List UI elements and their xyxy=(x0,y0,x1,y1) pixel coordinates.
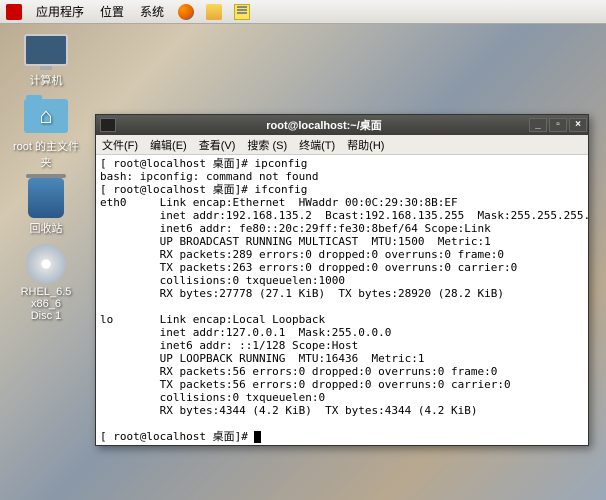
desktop-icon-disc[interactable]: RHEL_6.5 x86_6 Disc 1 xyxy=(8,244,84,322)
close-button[interactable]: × xyxy=(569,118,587,132)
distro-icon[interactable] xyxy=(4,2,24,22)
desktop-icon-trash[interactable]: 回收站 xyxy=(8,178,84,236)
menu-places[interactable]: 位置 xyxy=(92,3,132,20)
terminal-cursor xyxy=(254,431,261,443)
icon-label: Disc 1 xyxy=(8,310,84,322)
icon-label: 回收站 xyxy=(8,220,84,236)
menu-view[interactable]: 查看(V) xyxy=(193,137,242,153)
firefox-icon[interactable] xyxy=(176,2,196,22)
monitor-icon xyxy=(24,34,68,66)
desktop-icon-home[interactable]: ⌂ root 的主文件夹 xyxy=(8,96,84,170)
menu-file[interactable]: 文件(F) xyxy=(96,137,144,153)
menu-edit[interactable]: 编辑(E) xyxy=(144,137,193,153)
window-title: root@localhost:~/桌面 xyxy=(120,117,528,133)
menu-applications[interactable]: 应用程序 xyxy=(28,3,92,20)
terminal-icon xyxy=(100,118,116,132)
notes-icon[interactable] xyxy=(232,2,252,22)
terminal-window: root@localhost:~/桌面 _ ▫ × 文件(F) 编辑(E) 查看… xyxy=(95,114,589,446)
icon-label: 计算机 xyxy=(8,72,84,88)
window-titlebar[interactable]: root@localhost:~/桌面 _ ▫ × xyxy=(96,115,588,135)
menu-help[interactable]: 帮助(H) xyxy=(341,137,390,153)
desktop-icon-computer[interactable]: 计算机 xyxy=(8,30,84,88)
maximize-button[interactable]: ▫ xyxy=(549,118,567,132)
terminal-content[interactable]: [ root@localhost 桌面]# ipconfig bash: ipc… xyxy=(96,155,588,445)
trash-icon xyxy=(28,178,64,218)
icon-label: root 的主文件夹 xyxy=(8,138,84,170)
menu-terminal[interactable]: 终端(T) xyxy=(293,137,341,153)
menu-system[interactable]: 系统 xyxy=(132,3,172,20)
icon-label: RHEL_6.5 x86_6 xyxy=(8,286,84,310)
minimize-button[interactable]: _ xyxy=(529,118,547,132)
mail-icon[interactable] xyxy=(204,2,224,22)
desktop-icons: 计算机 ⌂ root 的主文件夹 回收站 RHEL_6.5 x86_6 Disc… xyxy=(8,30,92,330)
top-panel: 应用程序 位置 系统 xyxy=(0,0,606,24)
folder-icon: ⌂ xyxy=(24,99,68,133)
disc-icon xyxy=(26,244,66,284)
menu-search[interactable]: 搜索 (S) xyxy=(241,137,293,153)
terminal-menubar: 文件(F) 编辑(E) 查看(V) 搜索 (S) 终端(T) 帮助(H) xyxy=(96,135,588,155)
